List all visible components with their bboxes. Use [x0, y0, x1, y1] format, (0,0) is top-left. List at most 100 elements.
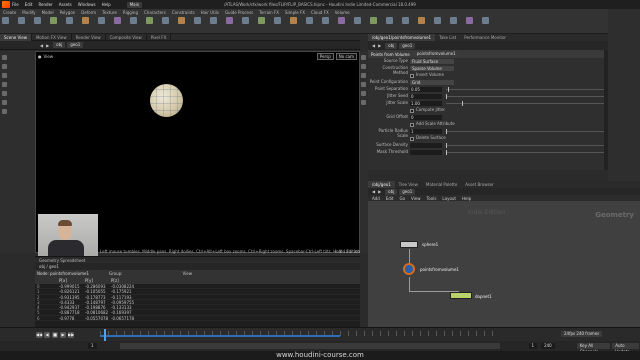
menu-assets[interactable]: Assets — [59, 2, 72, 7]
torus-tool-icon[interactable] — [50, 17, 57, 24]
forward-arrow-icon[interactable]: ▶ — [378, 189, 381, 194]
menu-edit[interactable]: Edit — [25, 2, 33, 7]
shelf-tab[interactable]: Guide Process — [222, 10, 256, 16]
handle-tool-icon[interactable] — [2, 91, 7, 96]
param-slider[interactable] — [446, 101, 604, 106]
param-slider[interactable] — [446, 94, 604, 99]
shelf-tab[interactable]: Create — [0, 10, 19, 16]
tab-composite-view[interactable]: Composite View — [106, 33, 147, 41]
shelf-tab[interactable]: Texture — [99, 10, 120, 16]
stop-button[interactable]: ■ — [52, 332, 58, 338]
shelf-tab[interactable]: Constraints — [169, 10, 198, 16]
platonic-tool-icon[interactable] — [194, 17, 201, 24]
menu-render[interactable]: Render — [38, 2, 52, 7]
param-value-field[interactable]: 1 — [410, 129, 442, 134]
param-value-field[interactable]: 0.05 — [410, 87, 442, 92]
spot-light-tool-icon[interactable] — [290, 17, 297, 24]
metaball-tool-icon[interactable] — [226, 17, 233, 24]
frame-range-slider[interactable] — [120, 343, 500, 349]
points-from-volume-node-icon[interactable] — [403, 263, 415, 275]
param-slider-knob[interactable] — [446, 150, 447, 155]
view-label[interactable]: View — [183, 271, 193, 276]
param-slider-knob[interactable] — [446, 129, 447, 134]
menu-help[interactable]: Help — [102, 2, 111, 7]
jump-end-button[interactable]: ▶▶ — [68, 332, 74, 338]
shelf-tab[interactable]: Modify — [19, 10, 38, 16]
node-name-field[interactable]: pointsfromvolume1 — [413, 51, 459, 57]
net-menu-layout[interactable]: Layout — [442, 196, 456, 201]
table-row[interactable]: 6 -0.9778 -0.0557078 -0.0657178 — [35, 316, 360, 322]
tab-network[interactable]: /obj/geo1 — [368, 181, 395, 188]
caustic-light-tool-icon[interactable] — [370, 17, 377, 24]
desktop-select[interactable]: Main — [126, 1, 143, 8]
camera-tool-icon[interactable] — [258, 17, 265, 24]
tab-render-view[interactable]: Render View — [72, 33, 106, 41]
step-back-button[interactable]: ◀ — [44, 332, 50, 338]
normals-icon[interactable] — [361, 91, 366, 96]
forward-arrow-icon[interactable]: ▶ — [378, 43, 381, 48]
fps-display[interactable]: 24fps 240 frames — [561, 331, 603, 337]
shelf-tab[interactable]: Polygon — [57, 10, 79, 16]
grid-tool-icon[interactable] — [66, 17, 73, 24]
shelf-tab[interactable]: Cloud FX — [308, 10, 332, 16]
breadcrumb-obj[interactable]: obj — [385, 42, 398, 49]
persp-button[interactable]: Persp — [316, 53, 334, 60]
forward-arrow-icon[interactable]: ▶ — [46, 43, 49, 48]
param-value-field[interactable] — [410, 150, 442, 155]
tab-material-palette[interactable]: Material Palette — [422, 181, 461, 188]
current-frame-field[interactable]: 1 — [88, 343, 97, 349]
param-slider-knob[interactable] — [446, 143, 447, 148]
path-tool-icon[interactable] — [162, 17, 169, 24]
camera-button[interactable]: No cam — [335, 53, 357, 60]
param-slider[interactable] — [446, 129, 604, 134]
breadcrumb-geo1[interactable]: geo1 — [399, 188, 416, 195]
net-menu-add[interactable]: Add — [372, 196, 380, 201]
env-light-tool-icon[interactable] — [322, 17, 329, 24]
portal-light-tool-icon[interactable] — [386, 17, 393, 24]
wireframe-icon[interactable] — [361, 73, 366, 78]
param-value-field[interactable] — [410, 143, 442, 148]
auto-update-button[interactable]: Auto Update — [612, 343, 639, 354]
shelf-tab[interactable]: Volume — [332, 10, 353, 16]
param-checkbox[interactable] — [410, 122, 414, 127]
circle-tool-icon[interactable] — [114, 17, 121, 24]
back-arrow-icon[interactable]: ◀ — [372, 43, 375, 48]
param-checkbox[interactable] — [410, 108, 414, 113]
param-dropdown[interactable]: Sparse Volume — [410, 66, 454, 71]
view-tool-icon[interactable] — [2, 109, 7, 114]
l-system-tool-icon[interactable] — [210, 17, 217, 24]
pose-tool-icon[interactable] — [2, 100, 7, 105]
shelf-tab[interactable]: Terrain FX — [256, 10, 282, 16]
jump-start-button[interactable]: ◀◀ — [36, 332, 42, 338]
shelf-tab[interactable]: Model — [39, 10, 57, 16]
range-start-field[interactable]: 1 — [528, 343, 538, 349]
box-tool-icon[interactable] — [2, 17, 9, 24]
tab-scene-view[interactable]: Scene View — [0, 33, 32, 41]
param-dropdown[interactable]: Fluid Surface — [410, 59, 454, 64]
tab-tree-view[interactable]: Tree View — [395, 181, 422, 188]
shelf-tab[interactable]: Deform — [78, 10, 99, 16]
tab-params[interactable]: /obj/geo1/pointsfromvolume1 — [368, 34, 436, 41]
tab-performance-monitor[interactable]: Performance Monitor — [460, 34, 510, 41]
gi-light-tool-icon[interactable] — [354, 17, 361, 24]
shelf-tab[interactable]: Hair Utils — [198, 10, 222, 16]
breadcrumb-geo1[interactable]: geo1 — [399, 42, 416, 49]
column-header[interactable]: P[z] — [111, 278, 137, 283]
sphere-geometry[interactable] — [150, 84, 183, 117]
param-slider[interactable] — [446, 87, 604, 92]
shelf-tab[interactable]: Rigging — [120, 10, 141, 16]
move-tool-icon[interactable] — [2, 64, 7, 69]
back-arrow-icon[interactable]: ◀ — [40, 43, 43, 48]
net-menu-edit[interactable]: Edit — [386, 196, 394, 201]
breadcrumb-obj[interactable]: obj — [385, 188, 398, 195]
play-button[interactable]: ▶ — [60, 332, 66, 338]
lock-camera-icon[interactable] — [361, 100, 366, 105]
stereo-camera-tool-icon[interactable] — [418, 17, 425, 24]
tube-tool-icon[interactable] — [34, 17, 41, 24]
breadcrumb-obj[interactable]: obj — [53, 42, 66, 48]
ambient-light-tool-icon[interactable] — [402, 17, 409, 24]
node-sphere1[interactable] — [400, 241, 418, 248]
param-checkbox[interactable] — [410, 136, 414, 141]
key-all-channels-button[interactable]: Key All Channels — [576, 343, 611, 354]
dop-tool-icon[interactable] — [482, 17, 489, 24]
